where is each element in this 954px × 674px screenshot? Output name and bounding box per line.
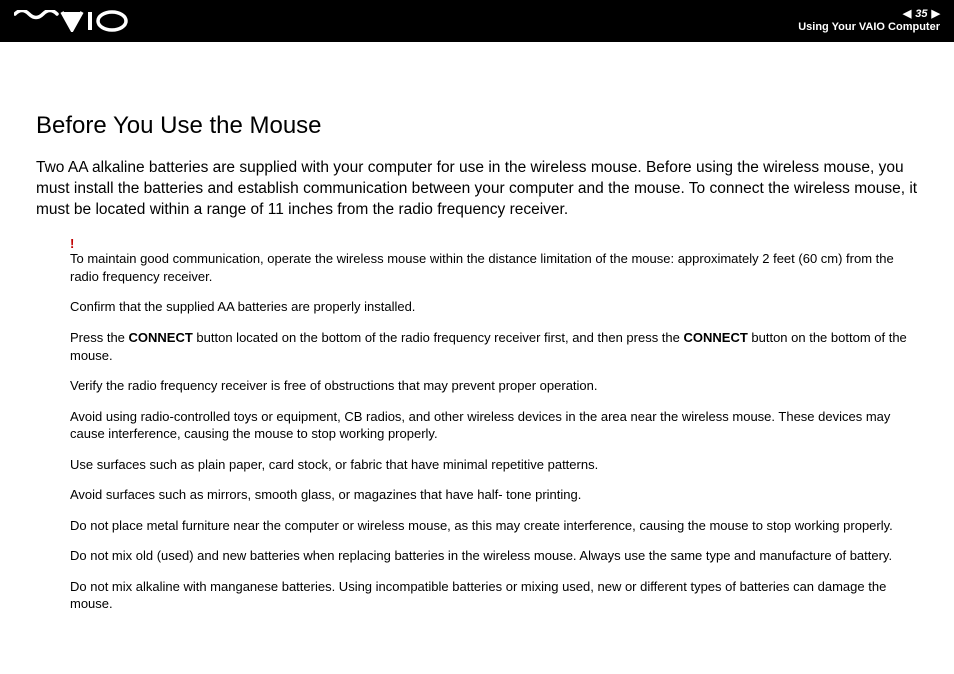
prev-page-arrow[interactable]: ◀ [903,8,911,21]
section-name: Using Your VAIO Computer [798,21,940,34]
page-title: Before You Use the Mouse [36,112,918,140]
connect-label: CONNECT [684,330,748,345]
paragraph: Do not mix alkaline with manganese batte… [70,578,918,613]
page-navigation: ◀ 35 ▶ [903,8,940,21]
paragraph: Use surfaces such as plain paper, card s… [70,456,918,474]
page-header: ◀ 35 ▶ Using Your VAIO Computer [0,0,954,42]
intro-paragraph: Two AA alkaline batteries are supplied w… [36,158,918,221]
page-content: Before You Use the Mouse Two AA alkaline… [0,42,954,613]
paragraph: Verify the radio frequency receiver is f… [70,377,918,395]
paragraph: To maintain good communication, operate … [70,250,918,285]
paragraph: Do not mix old (used) and new batteries … [70,547,918,565]
paragraph: Avoid surfaces such as mirrors, smooth g… [70,486,918,504]
connect-label: CONNECT [129,330,193,345]
paragraph: Confirm that the supplied AA batteries a… [70,298,918,316]
page-number: 35 [915,8,927,21]
text: button located on the bottom of the radi… [193,330,684,345]
header-right: ◀ 35 ▶ Using Your VAIO Computer [798,8,940,34]
next-page-arrow[interactable]: ▶ [932,8,940,21]
instructions-block: ! To maintain good communication, operat… [70,235,918,613]
text: Press the [70,330,129,345]
paragraph: Press the CONNECT button located on the … [70,329,918,364]
vaio-logo [14,10,134,32]
paragraph: Avoid using radio-controlled toys or equ… [70,408,918,443]
paragraph: Do not place metal furniture near the co… [70,517,918,535]
